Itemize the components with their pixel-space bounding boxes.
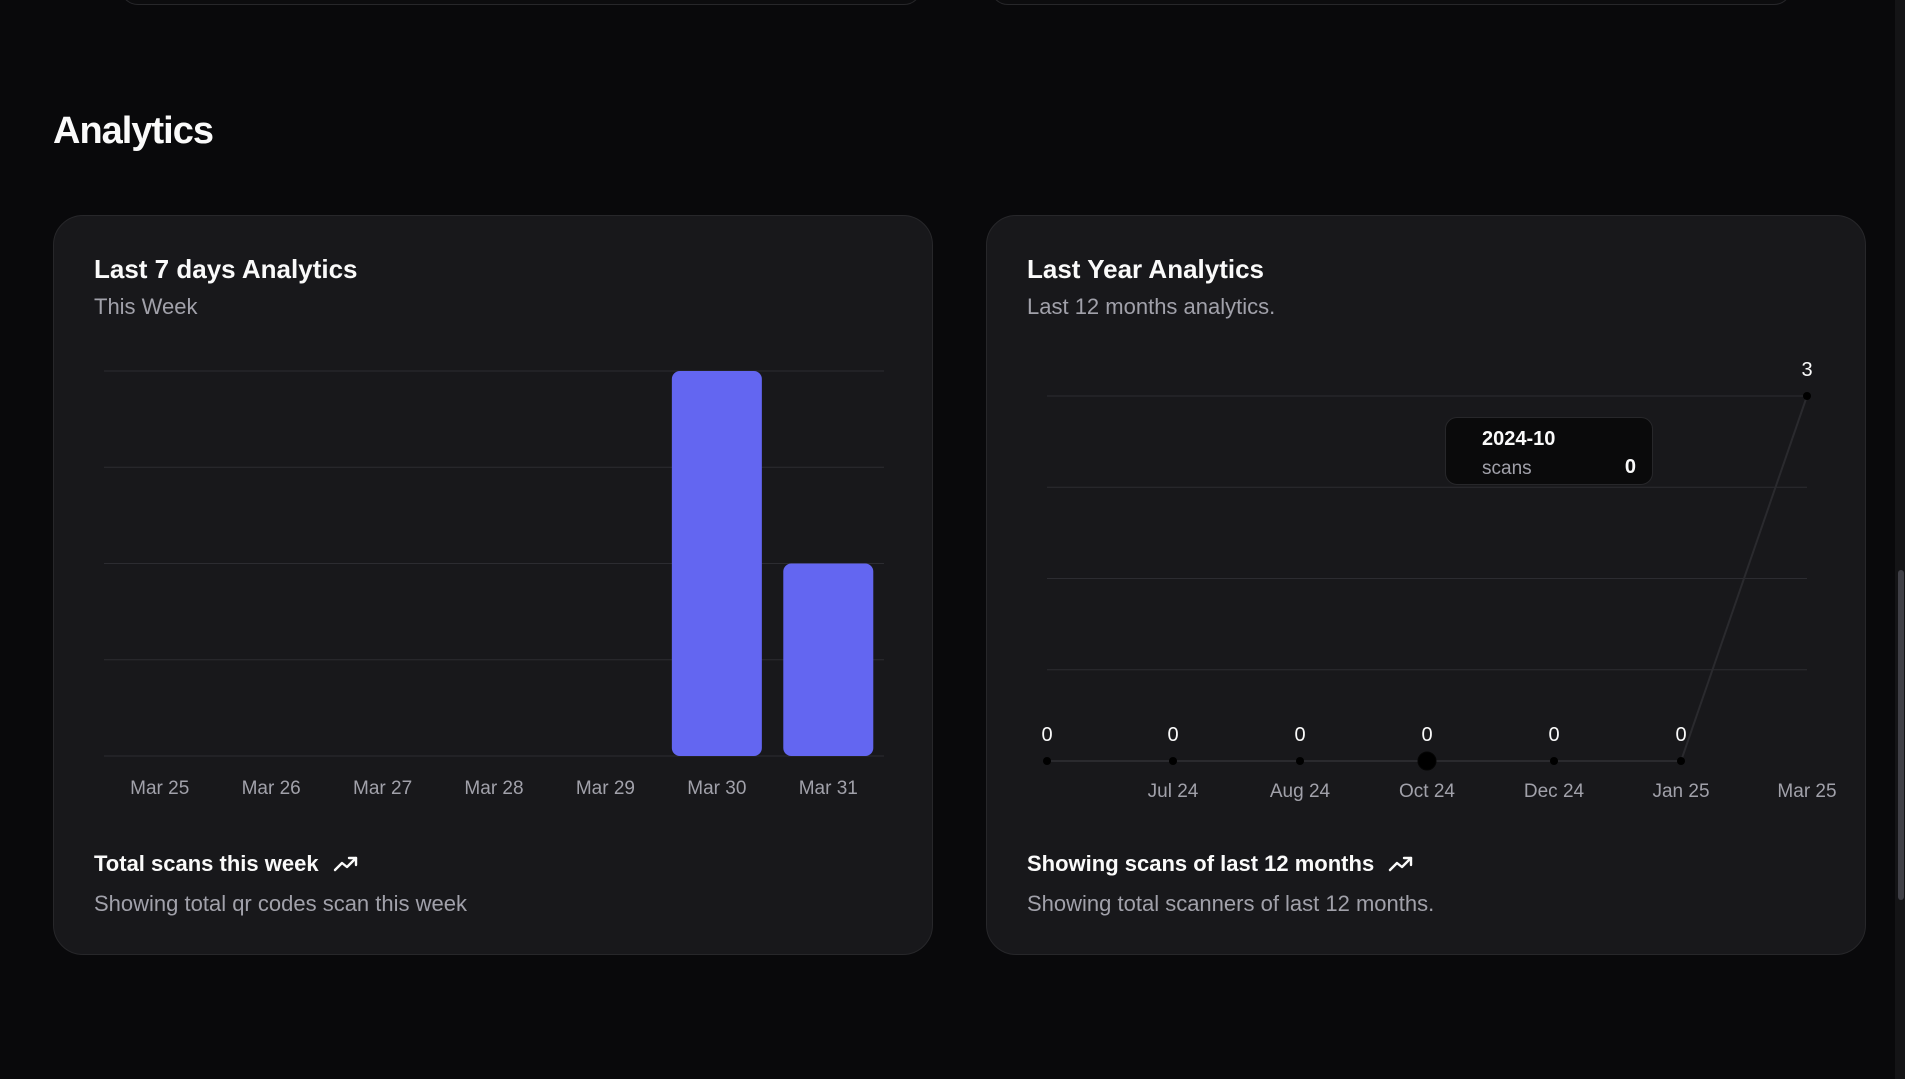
data-point [1803,392,1811,400]
x-tick-label: Mar 27 [353,778,412,799]
card-footer-description: Showing total scanners of last 12 months… [1027,891,1435,916]
top-card-left [120,0,922,5]
active-point [1417,751,1437,771]
footer-title-text: Showing scans of last 12 months [1027,851,1375,876]
x-tick-label: Mar 29 [576,778,635,799]
x-tick-label: Mar 30 [687,778,746,799]
tooltip-key: scans [1482,458,1532,479]
data-label: 0 [1421,724,1432,746]
week-bar-chart[interactable]: Mar 25 Mar 26 Mar 27 Mar 28 Mar 29 Mar 30 Mar … [54,216,934,816]
bar [783,563,874,756]
year-line-chart[interactable]: 0 0 0 0 0 0 3 Jul 24 Aug 24 Oct 24 Dec 24 Jan 25 Mar… [987,216,1867,816]
footer-title-text: Total scans this week [94,851,319,876]
scrollbar-thumb[interactable] [1898,570,1904,900]
section-title: Analytics [53,110,214,152]
data-label: 0 [1675,724,1686,746]
top-card-right [990,0,1792,5]
data-point [1043,757,1051,765]
data-label: 3 [1801,359,1812,381]
page-scrollbar[interactable] [1895,0,1905,1079]
data-point [1550,757,1558,765]
x-tick-label: Oct 24 [1399,781,1455,802]
data-label: 0 [1041,724,1052,746]
x-tick-label: Mar 31 [799,778,858,799]
card-footer-title: Showing scans of last 12 months [1027,851,1414,877]
data-label: 0 [1167,724,1178,746]
data-label: 0 [1548,724,1559,746]
data-point [1296,757,1304,765]
tooltip-value: 0 [1624,456,1636,478]
x-tick-label: Mar 25 [130,778,189,799]
data-label: 0 [1294,724,1305,746]
week-analytics-card: Last 7 days Analytics This Week Mar 25 Ma… [53,215,933,955]
trending-up-icon [1388,856,1413,872]
x-tick-label: Mar 25 [1777,781,1836,802]
x-tick-label: Aug 24 [1270,781,1331,802]
year-analytics-card: Last Year Analytics Last 12 months analy… [986,215,1866,955]
x-tick-label: Jul 24 [1148,781,1199,802]
tooltip-label: 2024-10 [1482,428,1556,450]
data-point [1169,757,1177,765]
x-tick-label: Mar 26 [242,778,301,799]
bar [671,371,762,756]
chart-tooltip: 2024-10 scans 0 [1445,417,1653,485]
card-footer-description: Showing total qr codes scan this week [94,891,467,916]
x-tick-label: Jan 25 [1652,781,1709,802]
x-tick-label: Mar 28 [464,778,523,799]
data-point [1677,757,1685,765]
x-tick-label: Dec 24 [1524,781,1585,802]
trending-up-icon [333,856,357,872]
card-footer-title: Total scans this week [94,851,359,877]
